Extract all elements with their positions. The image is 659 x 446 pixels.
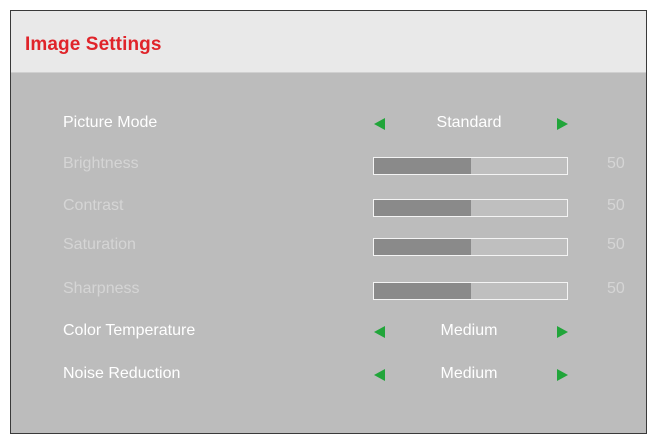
setting-label-contrast: Contrast <box>63 197 124 214</box>
setting-label-noise-reduction: Noise Reduction <box>63 365 181 382</box>
triangle-left-icon[interactable] <box>374 369 385 381</box>
triangle-right-icon[interactable] <box>557 369 568 381</box>
setting-row-contrast[interactable]: Contrast 50 <box>11 189 646 223</box>
brightness-slider-fill <box>374 158 471 174</box>
brightness-slider[interactable] <box>373 157 568 175</box>
setting-row-color-temperature[interactable]: Color Temperature Medium <box>11 314 646 348</box>
setting-value-color-temperature: Medium <box>440 322 498 339</box>
triangle-right-icon[interactable] <box>557 118 568 130</box>
setting-row-sharpness[interactable]: Sharpness 50 <box>11 272 646 306</box>
brightness-value: 50 <box>607 155 625 172</box>
panel-header: Image Settings <box>11 11 646 73</box>
setting-row-picture-mode[interactable]: Picture Mode Standard <box>11 106 646 140</box>
setting-row-noise-reduction[interactable]: Noise Reduction Medium <box>11 357 646 391</box>
image-settings-panel: Image Settings Picture Mode Standard Bri… <box>10 10 647 434</box>
setting-label-brightness: Brightness <box>63 155 139 172</box>
saturation-slider[interactable] <box>373 238 568 256</box>
triangle-left-icon[interactable] <box>374 118 385 130</box>
contrast-value: 50 <box>607 197 625 214</box>
setting-label-sharpness: Sharpness <box>63 280 140 297</box>
page-title: Image Settings <box>25 34 162 55</box>
sharpness-slider-fill <box>374 283 471 299</box>
setting-value-picture-mode: Standard <box>436 114 502 131</box>
triangle-left-icon[interactable] <box>374 326 385 338</box>
triangle-right-icon[interactable] <box>557 326 568 338</box>
setting-label-saturation: Saturation <box>63 236 136 253</box>
saturation-value: 50 <box>607 236 625 253</box>
contrast-slider-fill <box>374 200 471 216</box>
setting-label-color-temperature: Color Temperature <box>63 322 196 339</box>
contrast-slider[interactable] <box>373 199 568 217</box>
setting-row-saturation[interactable]: Saturation 50 <box>11 228 646 262</box>
sharpness-value: 50 <box>607 280 625 297</box>
setting-label-picture-mode: Picture Mode <box>63 114 158 131</box>
saturation-slider-fill <box>374 239 471 255</box>
sharpness-slider[interactable] <box>373 282 568 300</box>
setting-value-noise-reduction: Medium <box>440 365 498 382</box>
setting-row-brightness[interactable]: Brightness 50 <box>11 147 646 181</box>
